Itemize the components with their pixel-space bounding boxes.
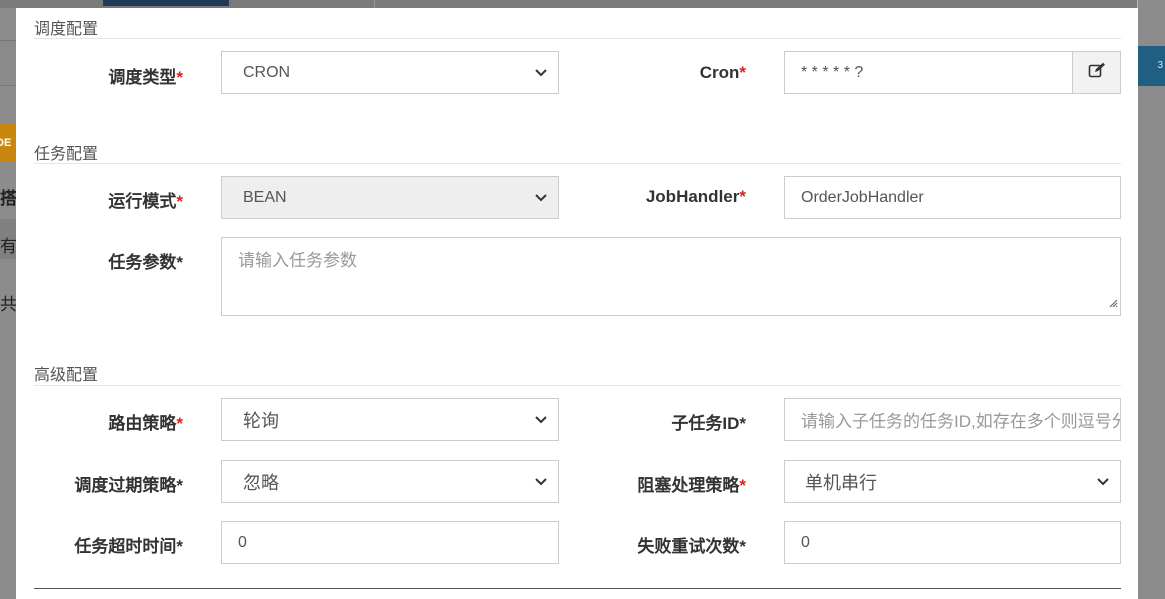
run-mode-label: 运行模式* [108, 192, 183, 211]
chevron-down-icon [1086, 477, 1120, 486]
background-right-button: 3 [1138, 46, 1165, 86]
misfire-strategy-value: 忽略 [243, 472, 279, 493]
footer-divider [34, 588, 1121, 589]
child-job-input[interactable]: 请输入子任务的任务ID,如存在多个则逗号分隔 [784, 398, 1121, 441]
retry-count-input[interactable]: 0 [784, 521, 1121, 564]
chevron-down-icon [524, 68, 558, 77]
task-param-textarea[interactable]: 请输入任务参数 [221, 237, 1121, 316]
schedule-type-select[interactable]: CRON [221, 51, 559, 94]
chevron-down-icon [524, 415, 558, 424]
block-strategy-select[interactable]: 单机串行 [784, 460, 1121, 503]
section-divider [34, 385, 1121, 386]
background-row-text: 搭 [0, 189, 16, 208]
route-strategy-select[interactable]: 轮询 [221, 398, 559, 441]
retry-count-label: 失败重试次数* [637, 537, 746, 556]
edit-icon [1088, 62, 1106, 83]
jobhandler-label: JobHandler* [645, 187, 746, 206]
job-edit-modal: 调度配置 调度类型* CRON Cron* * * * * * ? 任务配置 运… [16, 8, 1138, 599]
misfire-strategy-label: 调度过期策略* [74, 476, 183, 495]
background-active-tab [103, 0, 229, 6]
timeout-input[interactable]: 0 [221, 521, 559, 564]
timeout-label: 任务超时时间* [74, 537, 183, 556]
misfire-strategy-select[interactable]: 忽略 [221, 460, 559, 503]
section-divider [34, 163, 1121, 164]
chevron-down-icon [524, 477, 558, 486]
cron-value: * * * * * ? [801, 63, 864, 81]
retry-count-value: 0 [801, 533, 810, 551]
run-mode-select[interactable]: BEAN [221, 176, 559, 219]
schedule-type-label: 调度类型* [108, 68, 183, 87]
resize-handle-icon[interactable] [1108, 293, 1118, 313]
background-right-area [1138, 0, 1165, 599]
route-strategy-value: 轮询 [243, 410, 279, 431]
background-row-text: 共 [0, 295, 16, 314]
route-strategy-label: 路由策略* [108, 414, 183, 433]
run-mode-value: BEAN [243, 188, 287, 206]
section-divider [34, 38, 1121, 39]
timeout-value: 0 [238, 533, 247, 551]
child-job-placeholder: 请输入子任务的任务ID,如存在多个则逗号分隔 [801, 412, 1120, 431]
cron-label: Cron* [699, 63, 746, 82]
section-title-advanced: 高级配置 [34, 367, 99, 384]
section-title-task: 任务配置 [34, 146, 99, 163]
background-tab-divider [374, 0, 375, 8]
cron-input[interactable]: * * * * * ? [784, 51, 1074, 94]
section-title-schedule: 调度配置 [34, 21, 99, 38]
task-param-label: 任务参数* [108, 253, 183, 272]
block-strategy-label: 阻塞处理策略* [637, 476, 746, 495]
background-divider [1137, 0, 1138, 8]
block-strategy-value: 单机串行 [805, 472, 877, 493]
jobhandler-input[interactable]: OrderJobHandler [784, 176, 1121, 219]
background-badge: DE [0, 124, 16, 162]
cron-edit-button[interactable] [1072, 51, 1121, 94]
schedule-type-value: CRON [243, 63, 291, 81]
background-row-text: 有 [0, 237, 16, 256]
child-job-label: 子任务ID* [671, 414, 746, 433]
jobhandler-value: OrderJobHandler [801, 188, 924, 206]
task-param-placeholder: 请输入任务参数 [238, 251, 357, 270]
chevron-down-icon [524, 193, 558, 202]
